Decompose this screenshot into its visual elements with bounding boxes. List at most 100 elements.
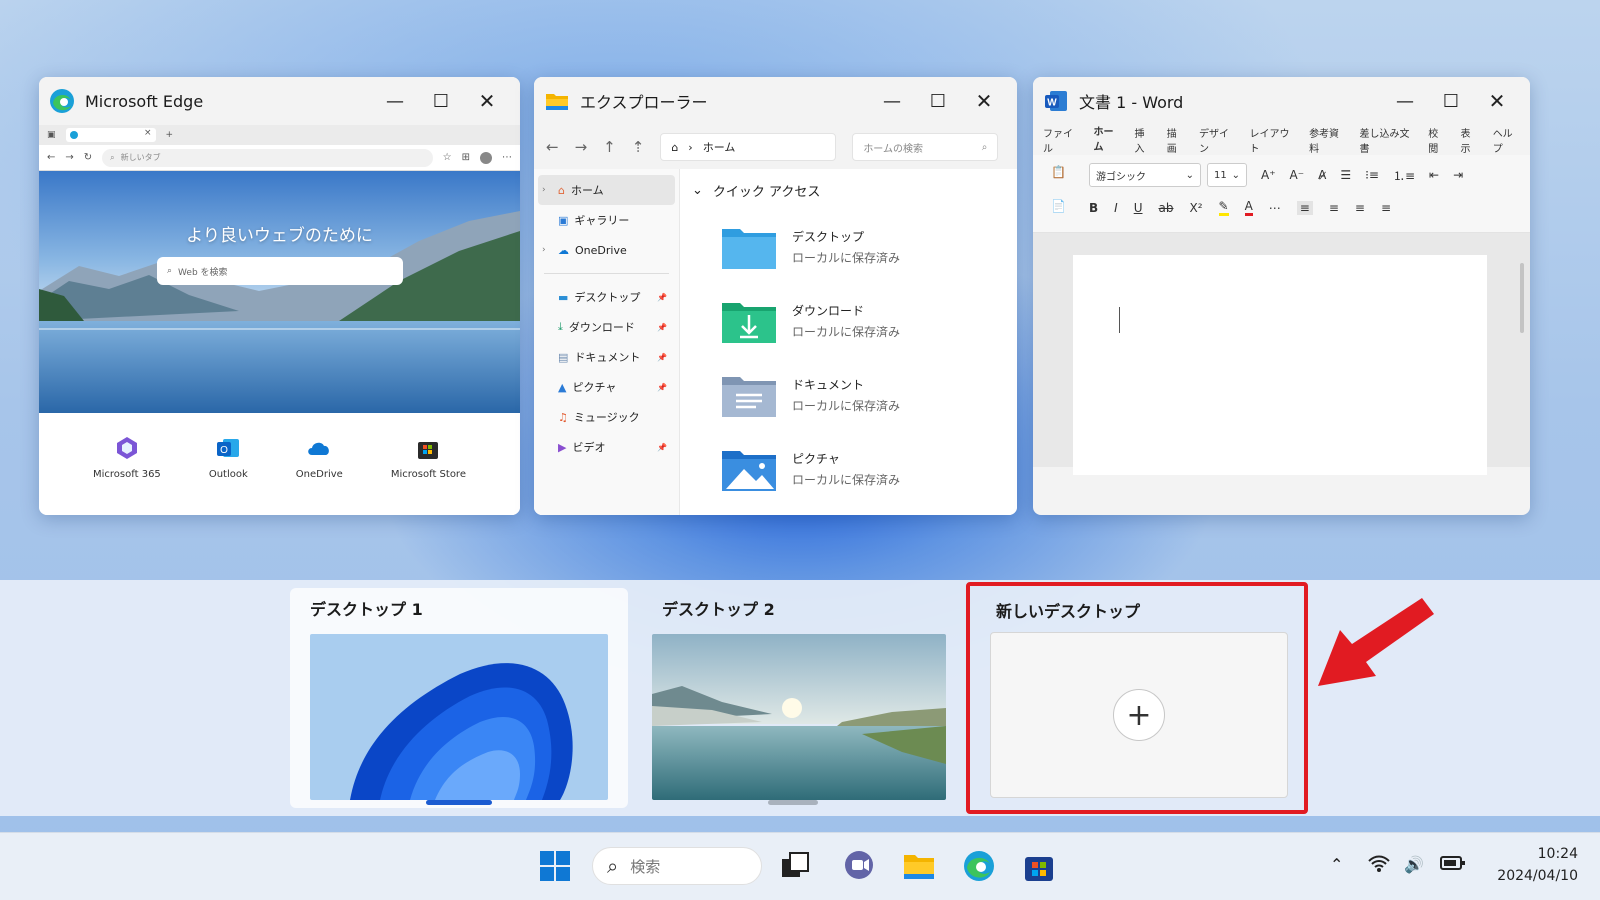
tab-home[interactable]: ホーム (1093, 123, 1121, 157)
address-breadcrumb[interactable]: ⌂ › ホーム (660, 133, 837, 161)
quick-access-header[interactable]: ⌄ クイック アクセス (692, 181, 1017, 200)
font-size-select[interactable]: 11 ⌄ (1207, 163, 1247, 187)
maximize-button[interactable]: ☐ (1428, 91, 1474, 112)
chevron-down-icon[interactable]: ⌄ (692, 183, 703, 198)
highlight-icon[interactable]: ✎ (1218, 199, 1229, 216)
paste-icon[interactable]: 📄 (1051, 199, 1066, 213)
tab-design[interactable]: デザイン (1199, 125, 1235, 155)
numbering-icon[interactable]: ⒈≡ (1393, 167, 1415, 184)
desktop-1-card[interactable]: デスクトップ 1 (290, 588, 628, 808)
close-button[interactable]: ✕ (961, 89, 1007, 113)
edge-titlebar[interactable]: Microsoft Edge — ☐ ✕ (39, 77, 520, 125)
grow-font-icon[interactable]: A⁺ (1261, 168, 1276, 182)
quick-access-item-desktop[interactable]: デスクトップ ローカルに保存済み (692, 210, 1017, 284)
system-clock[interactable]: 10:24 2024/04/10 (1497, 843, 1578, 887)
sidebar-item-music[interactable]: ♫ ミュージック (534, 402, 679, 432)
quick-link-onedrive[interactable]: OneDrive (296, 435, 343, 515)
explorer-titlebar[interactable]: エクスプローラー — ☐ ✕ (534, 77, 1017, 125)
desktop-2-card[interactable]: デスクトップ 2 (632, 588, 954, 808)
up-folder-icon[interactable]: ⇡ (632, 138, 645, 156)
edge-taskbar-icon[interactable] (962, 849, 996, 883)
quick-link-outlook[interactable]: O Outlook (209, 435, 248, 515)
explorer-search-input[interactable]: ホームの検索 ⌕ (852, 133, 999, 161)
microsoft-store-taskbar-icon[interactable] (1022, 849, 1056, 883)
quick-access-item-documents[interactable]: ドキュメント ローカルに保存済み (692, 358, 1017, 432)
sidebar-item-onedrive[interactable]: › ☁ OneDrive (534, 235, 679, 265)
minimize-button[interactable]: — (869, 91, 915, 112)
sidebar-item-videos[interactable]: ▶ ビデオ 📌 (534, 432, 679, 462)
new-desktop-box[interactable]: + (990, 632, 1288, 798)
tab-draw[interactable]: 描画 (1167, 125, 1185, 155)
strikethrough-icon[interactable]: ab (1159, 201, 1174, 215)
volume-icon[interactable]: 🔊 (1404, 855, 1424, 874)
favorite-star-icon[interactable]: ☆ (443, 152, 452, 163)
more-menu-icon[interactable]: ⋯ (502, 152, 512, 163)
tab-layout[interactable]: レイアウト (1249, 125, 1295, 155)
bullets-icon[interactable]: ⁝≡ (1365, 168, 1379, 182)
minimize-button[interactable]: — (1382, 91, 1428, 112)
quick-access-item-downloads[interactable]: ダウンロード ローカルに保存済み (692, 284, 1017, 358)
tab-file[interactable]: ファイル (1043, 125, 1079, 155)
word-window[interactable]: W 文書 1 - Word — ☐ ✕ ファイル ホーム 挿入 描画 デザイン … (1033, 77, 1530, 515)
tab-mailings[interactable]: 差し込み文書 (1360, 125, 1415, 155)
explorer-window[interactable]: エクスプローラー — ☐ ✕ ← → ↑ ⇡ ⌂ › ホーム ホームの検索 ⌕ … (534, 77, 1017, 515)
quick-link-microsoft365[interactable]: Microsoft 365 (93, 435, 161, 515)
chevron-right-icon[interactable]: › (542, 185, 552, 195)
collections-icon[interactable]: ⊞ (462, 152, 470, 163)
tab-review[interactable]: 校閲 (1428, 125, 1446, 155)
maximize-button[interactable]: ☐ (418, 91, 464, 112)
word-titlebar[interactable]: W 文書 1 - Word — ☐ ✕ (1033, 77, 1530, 125)
tab-references[interactable]: 参考資料 (1309, 125, 1345, 155)
bold-icon[interactable]: B (1089, 201, 1098, 215)
maximize-button[interactable]: ☐ (915, 91, 961, 112)
file-explorer-taskbar-icon[interactable] (902, 849, 936, 883)
quick-link-microsoft-store[interactable]: Microsoft Store (391, 435, 466, 515)
sidebar-item-pictures[interactable]: ▲ ピクチャ 📌 (534, 372, 679, 402)
edge-tab[interactable]: × (65, 128, 156, 142)
italic-icon[interactable]: I (1114, 201, 1118, 215)
chevron-up-icon[interactable]: ⌃ (1330, 855, 1343, 874)
underline-icon[interactable]: U (1134, 201, 1143, 215)
tab-actions-icon[interactable]: ▣ (47, 130, 56, 140)
sidebar-item-desktop[interactable]: ▬ デスクトップ 📌 (534, 282, 679, 312)
document-page[interactable] (1073, 255, 1487, 475)
up-icon[interactable]: ↑ (603, 138, 616, 156)
address-input[interactable]: ⌕ 新しいタブ (102, 148, 433, 167)
add-desktop-button[interactable]: + (1113, 689, 1165, 741)
sidebar-item-gallery[interactable]: ▣ ギャラリー (534, 205, 679, 235)
refresh-icon[interactable]: ↻ (84, 152, 92, 163)
desktop-2-thumbnail[interactable] (652, 634, 946, 800)
task-view-icon[interactable] (778, 849, 812, 883)
superscript-icon[interactable]: X² (1189, 201, 1202, 215)
minimize-button[interactable]: — (372, 91, 418, 112)
quick-access-item-pictures[interactable]: ピクチャ ローカルに保存済み (692, 432, 1017, 506)
new-desktop-card[interactable]: 新しいデスクトップ + (966, 582, 1308, 814)
sidebar-item-documents[interactable]: ▤ ドキュメント 📌 (534, 342, 679, 372)
desktop-1-thumbnail[interactable] (310, 634, 608, 800)
vertical-scrollbar[interactable] (1520, 263, 1524, 333)
decrease-indent-icon[interactable]: ⇤ (1429, 168, 1439, 182)
back-icon[interactable]: ← (47, 152, 55, 163)
breadcrumb-home[interactable]: ホーム (703, 139, 736, 155)
close-button[interactable]: ✕ (464, 89, 510, 113)
forward-icon[interactable]: → (575, 138, 588, 156)
taskbar-search-box[interactable]: ⌕ 検索 (592, 847, 762, 885)
tab-close-icon[interactable]: × (144, 128, 152, 138)
chevron-right-icon[interactable]: › (542, 245, 552, 255)
sidebar-item-home[interactable]: › ⌂ ホーム (538, 175, 675, 205)
wifi-icon[interactable] (1368, 855, 1390, 877)
font-name-select[interactable]: 游ゴシック ⌄ (1089, 163, 1201, 187)
battery-icon[interactable] (1440, 855, 1466, 875)
increase-indent-icon[interactable]: ⇥ (1453, 168, 1463, 182)
font-color-icon[interactable]: A (1244, 199, 1253, 216)
close-button[interactable]: ✕ (1474, 89, 1520, 113)
align-left-icon[interactable]: ≡ (1296, 200, 1313, 215)
windows-start-icon[interactable] (538, 849, 572, 883)
justify-icon[interactable]: ≡ (1381, 201, 1391, 215)
align-right-icon[interactable]: ≡ (1355, 201, 1365, 215)
shrink-font-icon[interactable]: A⁻ (1290, 168, 1305, 182)
tab-view[interactable]: 表示 (1460, 125, 1478, 155)
tab-insert[interactable]: 挿入 (1135, 125, 1153, 155)
clear-formatting-icon[interactable]: A̷ (1318, 168, 1326, 182)
profile-avatar[interactable] (480, 151, 492, 164)
